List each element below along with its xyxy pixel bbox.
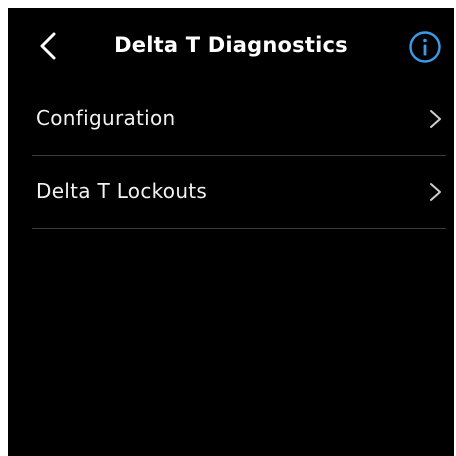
chevron-right-icon bbox=[430, 183, 441, 201]
menu-item-delta-t-lockouts[interactable]: Delta T Lockouts bbox=[32, 156, 446, 229]
diagnostics-screen: Delta T Diagnostics Configuration Delta … bbox=[8, 8, 454, 456]
back-button[interactable] bbox=[30, 26, 70, 66]
menu-item-configuration[interactable]: Configuration bbox=[32, 83, 446, 156]
info-button[interactable] bbox=[408, 30, 442, 64]
info-icon bbox=[409, 31, 441, 63]
chevron-left-icon bbox=[40, 32, 56, 60]
diagnostics-menu: Configuration Delta T Lockouts bbox=[32, 83, 446, 229]
menu-item-label: Delta T Lockouts bbox=[36, 179, 208, 203]
chevron-right-icon bbox=[430, 110, 441, 128]
page-title: Delta T Diagnostics bbox=[114, 33, 348, 57]
menu-item-label: Configuration bbox=[36, 106, 176, 130]
header-bar: Delta T Diagnostics bbox=[8, 8, 454, 88]
